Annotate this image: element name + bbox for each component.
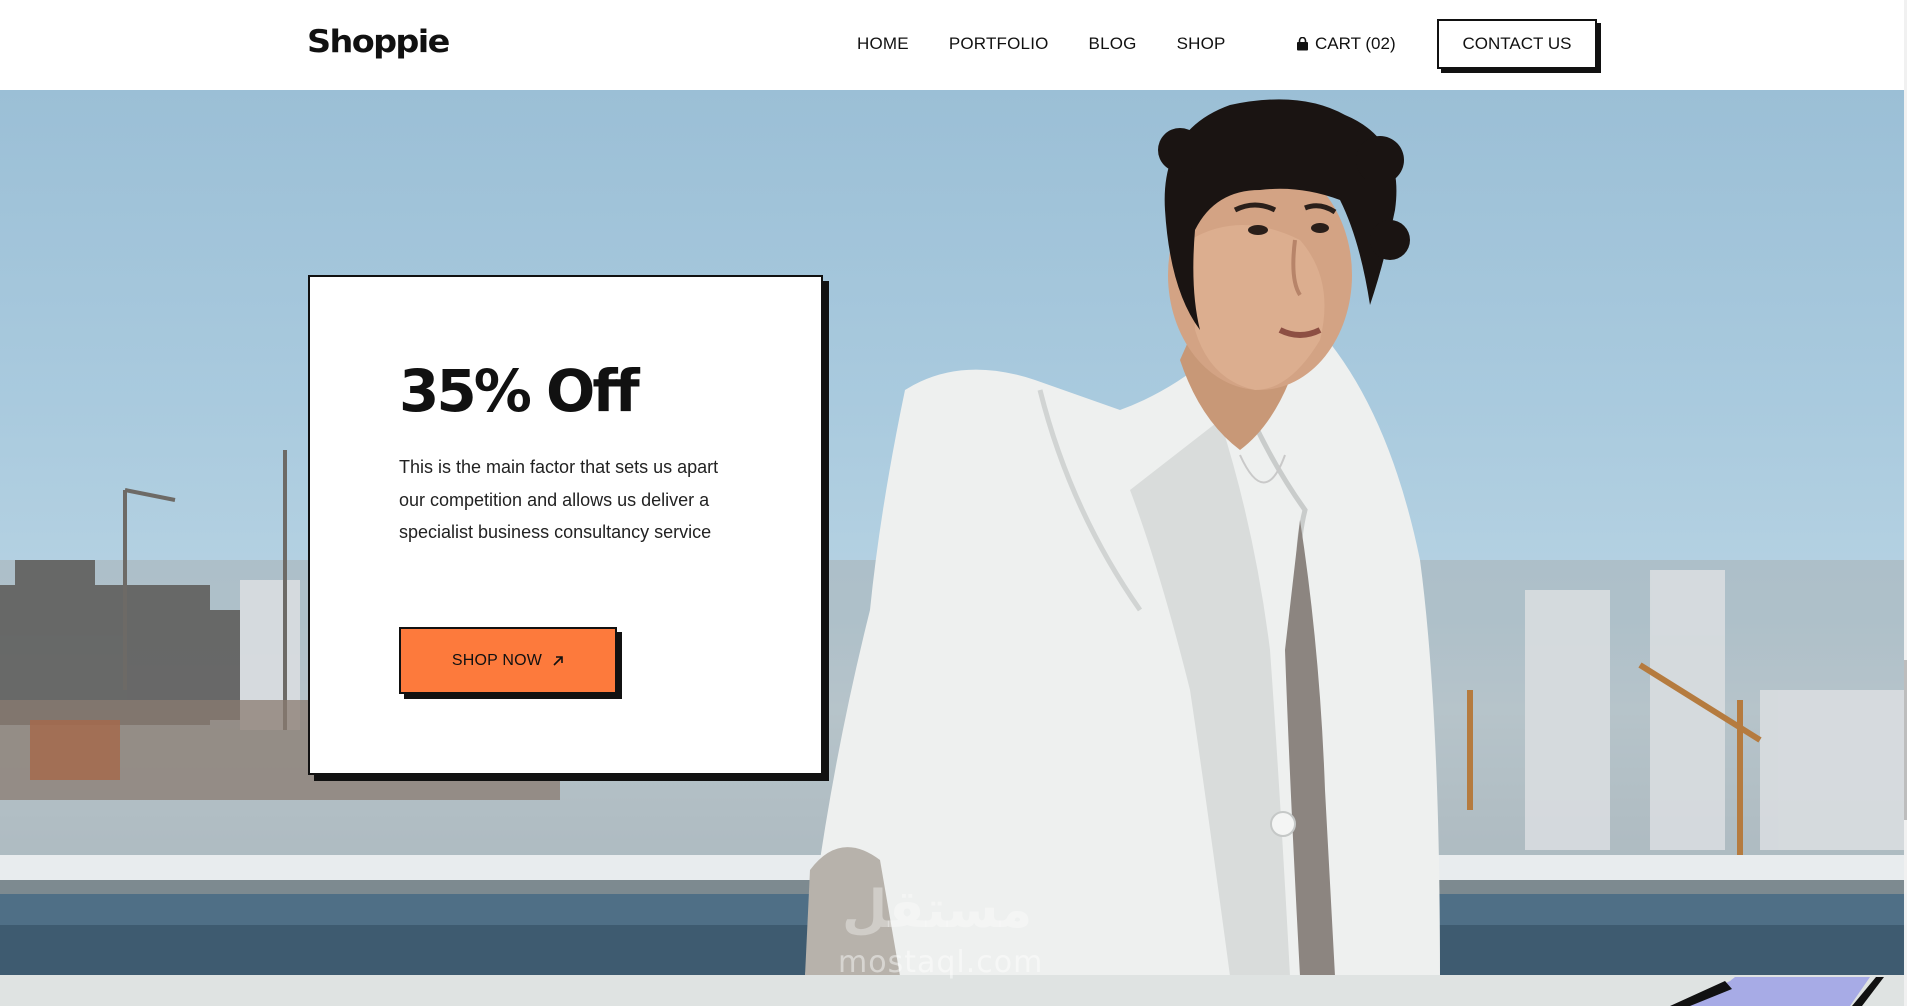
nav-portfolio[interactable]: PORTFOLIO <box>949 34 1049 54</box>
arrow-up-right-icon <box>553 655 563 666</box>
contact-us-button[interactable]: CONTACT US <box>1437 19 1597 69</box>
promo-description: This is the main factor that sets us apa… <box>399 457 719 542</box>
shop-now-label: SHOP NOW <box>451 651 543 669</box>
nav-shop[interactable]: SHOP <box>1177 34 1226 54</box>
cart-link[interactable]: CART (02) <box>1296 34 1396 54</box>
promo-title: 35% Off <box>399 357 640 425</box>
promo-card: 35% Off This is the main factor that set… <box>308 275 823 775</box>
watermark-arabic: مستقل <box>842 880 1033 940</box>
hero-banner <box>0 90 1904 976</box>
nav-blog[interactable]: BLOG <box>1089 34 1137 54</box>
site-header: Shoppie HOME PORTFOLIO BLOG SHOP CART (0… <box>0 0 1904 90</box>
contact-wrapper: CONTACT US <box>1437 19 1597 69</box>
main-nav: HOME PORTFOLIO BLOG SHOP <box>857 34 1266 54</box>
nav-home[interactable]: HOME <box>857 34 909 54</box>
logo[interactable]: Shoppie <box>307 24 450 60</box>
cart-label: CART (02) <box>1315 34 1396 53</box>
bag-icon <box>1297 37 1308 51</box>
watermark-text: mostaql.com <box>838 945 1044 980</box>
shop-now-button[interactable]: SHOP NOW <box>399 627 617 694</box>
hero-photo <box>0 99 1904 976</box>
